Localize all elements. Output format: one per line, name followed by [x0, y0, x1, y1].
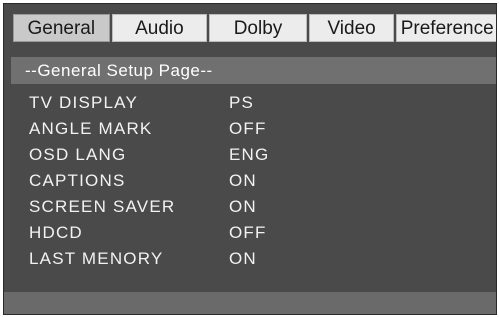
setting-value[interactable]: OFF: [229, 116, 267, 142]
setting-tv-display[interactable]: TV DISPLAY PS: [4, 90, 496, 116]
setting-captions[interactable]: CAPTIONS ON: [4, 168, 496, 194]
tab-video[interactable]: Video: [308, 14, 395, 42]
setting-value[interactable]: ON: [229, 246, 257, 272]
tab-dolby[interactable]: Dolby: [209, 14, 307, 42]
setting-label: SCREEN SAVER: [29, 197, 176, 216]
setting-label: ANGLE MARK: [29, 119, 153, 138]
setting-value[interactable]: ON: [229, 168, 257, 194]
tab-bar: General Audio Dolby Video Preference: [13, 14, 496, 44]
page-title: --General Setup Page--: [11, 57, 496, 84]
tab-audio[interactable]: Audio: [111, 14, 208, 42]
setting-label: TV DISPLAY: [29, 93, 138, 112]
setting-label: LAST MENORY: [29, 249, 164, 268]
setting-hdcd[interactable]: HDCD OFF: [4, 220, 496, 246]
setting-value[interactable]: ENG: [229, 142, 269, 168]
setting-value[interactable]: OFF: [229, 220, 267, 246]
setting-angle-mark[interactable]: ANGLE MARK OFF: [4, 116, 496, 142]
setting-screen-saver[interactable]: SCREEN SAVER ON: [4, 194, 496, 220]
settings-list: TV DISPLAY PS ANGLE MARK OFF OSD LANG EN…: [4, 90, 496, 272]
setting-label: OSD LANG: [29, 145, 127, 164]
bottom-bar: [4, 292, 496, 314]
setting-label: CAPTIONS: [29, 171, 126, 190]
setting-value[interactable]: ON: [229, 194, 257, 220]
tab-general[interactable]: General: [13, 14, 110, 42]
tab-preference[interactable]: Preference: [396, 14, 496, 42]
setting-osd-lang[interactable]: OSD LANG ENG: [4, 142, 496, 168]
setup-menu-screen: General Audio Dolby Video Preference --G…: [3, 3, 497, 315]
setting-value[interactable]: PS: [229, 90, 254, 116]
setting-label: HDCD: [29, 223, 83, 242]
setting-last-memory[interactable]: LAST MENORY ON: [4, 246, 496, 272]
